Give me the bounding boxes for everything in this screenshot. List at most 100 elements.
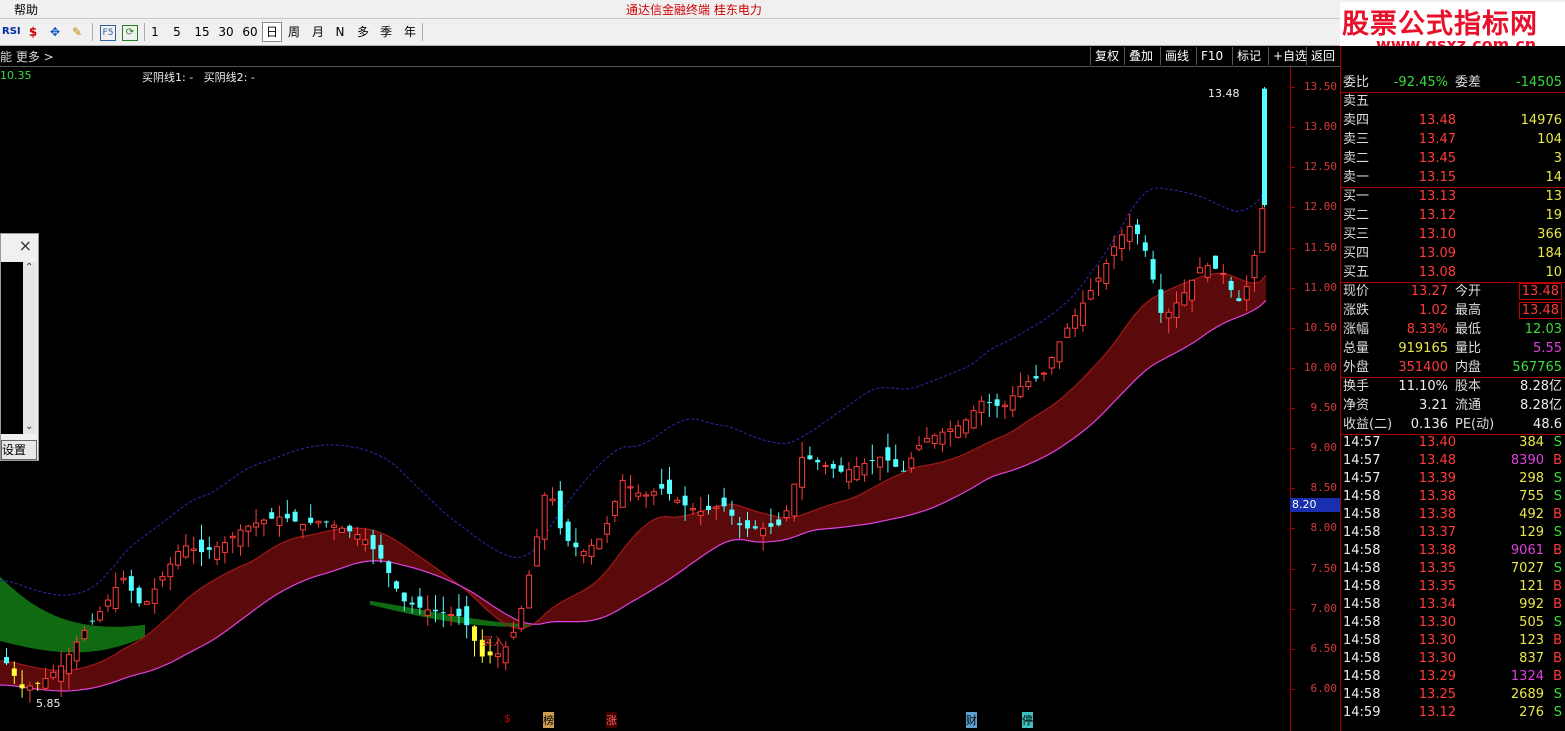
mark-button[interactable]: 标记 — [1232, 47, 1265, 65]
back-button[interactable]: 返回 — [1306, 47, 1339, 65]
settings-button[interactable]: 设置 — [1, 440, 37, 460]
candle-body — [659, 484, 665, 489]
sell-volume: 104 — [1537, 132, 1562, 147]
candle-body — [151, 588, 158, 604]
scroll-up-icon[interactable]: ⌃ — [25, 262, 33, 273]
finance-row: 换手 11.10% 股本 8.28亿 — [1341, 377, 1565, 396]
candle-body — [128, 576, 134, 591]
period-season[interactable]: 季 — [378, 23, 394, 41]
more-menu[interactable]: 能 更多 > — [0, 48, 54, 65]
kline-chart[interactable]: 10.35 买阴线1: - 买阴线2: - 13.48 5.85 买入 $ 榜 … — [0, 67, 1290, 731]
period-5[interactable]: 5 — [170, 23, 184, 41]
tick-volume: 121 — [1519, 579, 1544, 594]
pencil-icon[interactable]: ✎ — [68, 23, 86, 41]
tick-side: S — [1553, 687, 1562, 702]
candle-body — [674, 499, 681, 503]
red-band — [0, 273, 1266, 691]
tick-row: 14:58 13.35 7027 S — [1341, 560, 1565, 578]
candle-body — [643, 494, 650, 497]
overlay-button[interactable]: 叠加 — [1124, 47, 1157, 65]
tick-side: S — [1553, 705, 1562, 720]
candle-body — [1189, 279, 1196, 301]
menu-bar: 帮助 通达信金融终端 桂东电力 — [0, 0, 1565, 19]
tick-time: 14:58 — [1343, 597, 1381, 612]
tick-price: 13.34 — [1418, 597, 1456, 612]
draw-line-button[interactable]: 画线 — [1160, 47, 1193, 65]
candle-body — [1236, 298, 1242, 302]
stat-value: 351400 — [1398, 360, 1448, 375]
period-n[interactable]: N — [333, 23, 347, 41]
period-30[interactable]: 30 — [216, 23, 236, 41]
buy-volume: 184 — [1537, 246, 1562, 261]
scroll-down-icon[interactable]: ⌄ — [25, 421, 33, 432]
candle-body — [456, 608, 462, 617]
candle-body — [838, 465, 844, 472]
candle-body — [143, 601, 150, 605]
candle-body — [424, 609, 431, 616]
marker-finance[interactable]: 财 — [966, 712, 977, 728]
candle-body — [299, 523, 306, 531]
dollar-icon[interactable]: $ — [24, 23, 42, 41]
tick-volume: 123 — [1519, 633, 1544, 648]
period-month[interactable]: 月 — [310, 23, 326, 41]
buy-price: 13.13 — [1418, 189, 1456, 204]
tick-time: 14:58 — [1343, 669, 1381, 684]
tick-row: 14:58 13.34 992 B — [1341, 596, 1565, 614]
tick-price: 13.38 — [1418, 507, 1456, 522]
marker-dollar[interactable]: $ — [504, 712, 511, 725]
period-day[interactable]: 日 — [262, 22, 282, 42]
period-multi[interactable]: 多 — [355, 23, 371, 41]
dialog-scrollbar[interactable]: ⌃ ⌄ — [23, 262, 37, 434]
candle-body — [487, 651, 493, 656]
fin-value: 11.10% — [1398, 379, 1448, 394]
move-icon[interactable]: ✥ — [46, 23, 64, 41]
add-watchlist-button[interactable]: +自选 — [1268, 47, 1311, 65]
candle-body — [1040, 372, 1047, 375]
stat-label-2: 最低 — [1455, 322, 1482, 337]
f5-icon[interactable]: F5 — [100, 25, 116, 41]
candle-body — [199, 539, 204, 553]
candle-body — [19, 684, 25, 689]
refresh-icon[interactable]: ⟳ — [122, 25, 138, 41]
marker-suspend[interactable]: 停 — [1022, 712, 1033, 728]
stat-row: 现价 13.27 今开 13.48 — [1341, 282, 1565, 301]
candle-body — [1001, 404, 1008, 408]
current-price-tag: 8.20 — [1290, 498, 1341, 512]
candle-body — [815, 459, 821, 463]
candle-body — [502, 646, 509, 664]
sell-label: 卖三 — [1343, 132, 1370, 147]
candle-body — [1196, 267, 1203, 274]
candle-body — [370, 535, 376, 550]
tick-side: S — [1553, 525, 1562, 540]
candle-body — [58, 665, 65, 682]
close-icon[interactable]: × — [19, 236, 32, 255]
tick-side: S — [1553, 615, 1562, 630]
candle-body — [378, 544, 384, 559]
marker-limitup[interactable]: 涨 — [606, 712, 617, 728]
tick-time: 14:58 — [1343, 489, 1381, 504]
candle-body — [354, 533, 361, 540]
candle-body — [955, 425, 962, 438]
menu-help[interactable]: 帮助 — [14, 1, 38, 18]
tick-side: B — [1553, 633, 1562, 648]
tick-price: 13.38 — [1418, 489, 1456, 504]
high-marker: 13.48 — [1208, 87, 1240, 100]
tick-side: B — [1553, 543, 1562, 558]
tick-volume: 276 — [1519, 705, 1544, 720]
marker-rank[interactable]: 榜 — [543, 712, 554, 728]
candle-body — [167, 563, 174, 578]
candle-body — [729, 509, 735, 516]
f10-button[interactable]: F10 — [1196, 47, 1227, 65]
period-15[interactable]: 15 — [192, 23, 212, 41]
candle-body — [120, 577, 127, 581]
price-axis: 13.50 13.00 12.50 12.00 11.50 11.00 10.50 10.00… — [1290, 67, 1341, 731]
period-week[interactable]: 周 — [286, 23, 302, 41]
candle-body — [627, 486, 634, 489]
fin-label-2: 流通 — [1455, 398, 1482, 413]
restore-rights-button[interactable]: 复权 — [1090, 47, 1123, 65]
stat-label-2: 最高 — [1455, 303, 1482, 318]
period-60[interactable]: 60 — [240, 23, 260, 41]
rsi-icon[interactable]: RSI — [2, 23, 21, 41]
period-year[interactable]: 年 — [402, 23, 418, 41]
period-1[interactable]: 1 — [148, 23, 162, 41]
